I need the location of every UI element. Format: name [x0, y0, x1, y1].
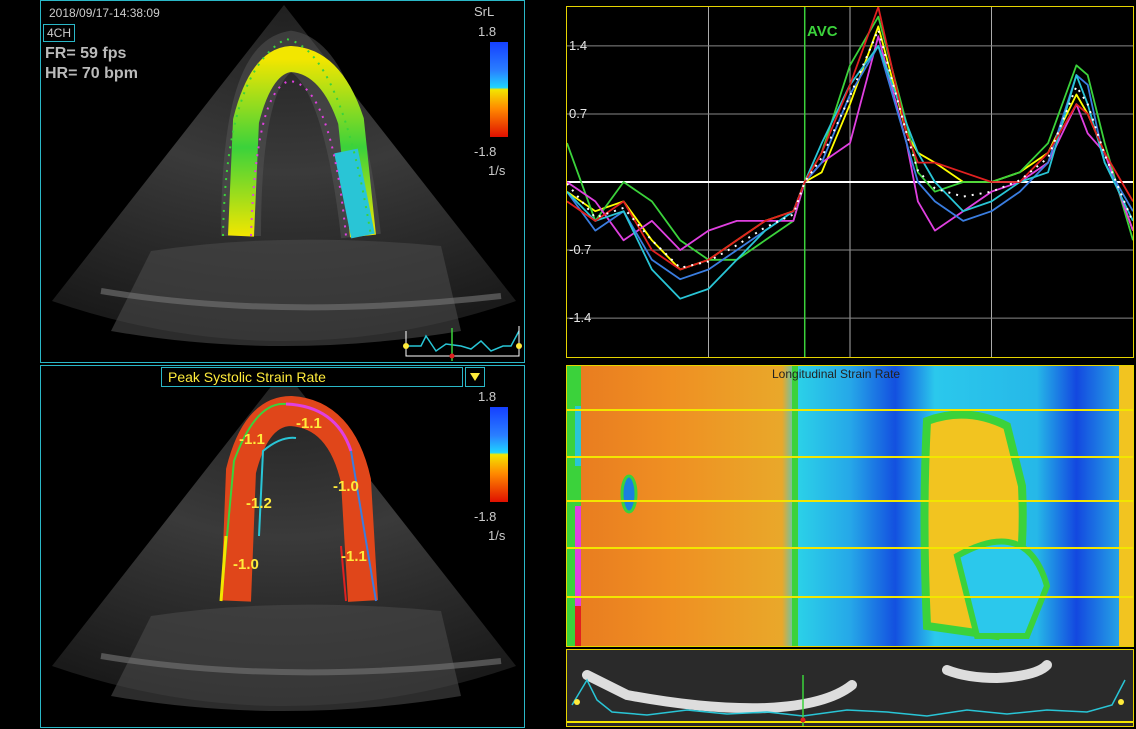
scale-min: -1.8 [474, 144, 497, 159]
echo-image-bottom: -1.1 -1.1 -1.2 -1.0 -1.0 -1.1 [52, 370, 516, 711]
y-tick-label: 0.7 [569, 106, 587, 121]
scale-max-bottom: 1.8 [478, 389, 497, 404]
strain-rate-curve-panel[interactable]: 1.4 0.7 -0.7 -1.4 AVC [566, 6, 1134, 358]
avc-label: AVC [807, 23, 838, 40]
segment-value-label: -1.1 [239, 431, 265, 448]
timestamp: 2018/09/17-14:38:09 [49, 6, 160, 20]
scale-min-bottom: -1.8 [474, 509, 497, 524]
frame-rate: FR= 59 fps [45, 45, 127, 62]
y-tick-label: -0.7 [569, 242, 591, 257]
segment-value-label: -1.1 [341, 548, 367, 565]
chevron-down-icon [470, 373, 480, 381]
scale-max: 1.8 [478, 24, 497, 39]
mmode-panel[interactable]: Longitudinal Strain Rate [566, 365, 1134, 647]
y-tick-label: -1.4 [569, 310, 591, 325]
scale-title: SrL [474, 4, 495, 19]
ecg-strip[interactable] [566, 649, 1134, 727]
measurement-dropdown[interactable]: Peak Systolic Strain Rate [161, 367, 463, 387]
mmode-heatmap [567, 366, 1133, 646]
mmode-title: Longitudinal Strain Rate [772, 367, 901, 381]
scale-unit: 1/s [488, 163, 506, 178]
color-scale-bar [490, 42, 508, 137]
segment-value-label: -1.0 [233, 556, 259, 573]
scale-unit-bottom: 1/s [488, 528, 506, 543]
view-label[interactable]: 4CH [43, 24, 76, 42]
echo-panel-bottom[interactable]: -1.1 -1.1 -1.2 -1.0 -1.0 -1.1 Peak Systolic S… [40, 365, 525, 728]
echo-panel-top[interactable]: 2018/09/17-14:38:09 4CH FR= 59 fps HR= 7… [40, 0, 525, 363]
dropdown-label: Peak Systolic Strain Rate [168, 369, 326, 385]
heart-rate: HR= 70 bpm [45, 65, 138, 82]
strain-rate-chart: 1.4 0.7 -0.7 -1.4 [567, 7, 1133, 357]
y-tick-label: 1.4 [569, 38, 587, 53]
dropdown-toggle-button[interactable] [465, 367, 485, 387]
ecg-trace-bottom [567, 650, 1133, 726]
color-scale-bar-bottom [490, 407, 508, 502]
segment-value-label: -1.2 [246, 495, 272, 512]
segment-value-label: -1.1 [296, 415, 322, 432]
segment-value-label: -1.0 [333, 478, 359, 495]
